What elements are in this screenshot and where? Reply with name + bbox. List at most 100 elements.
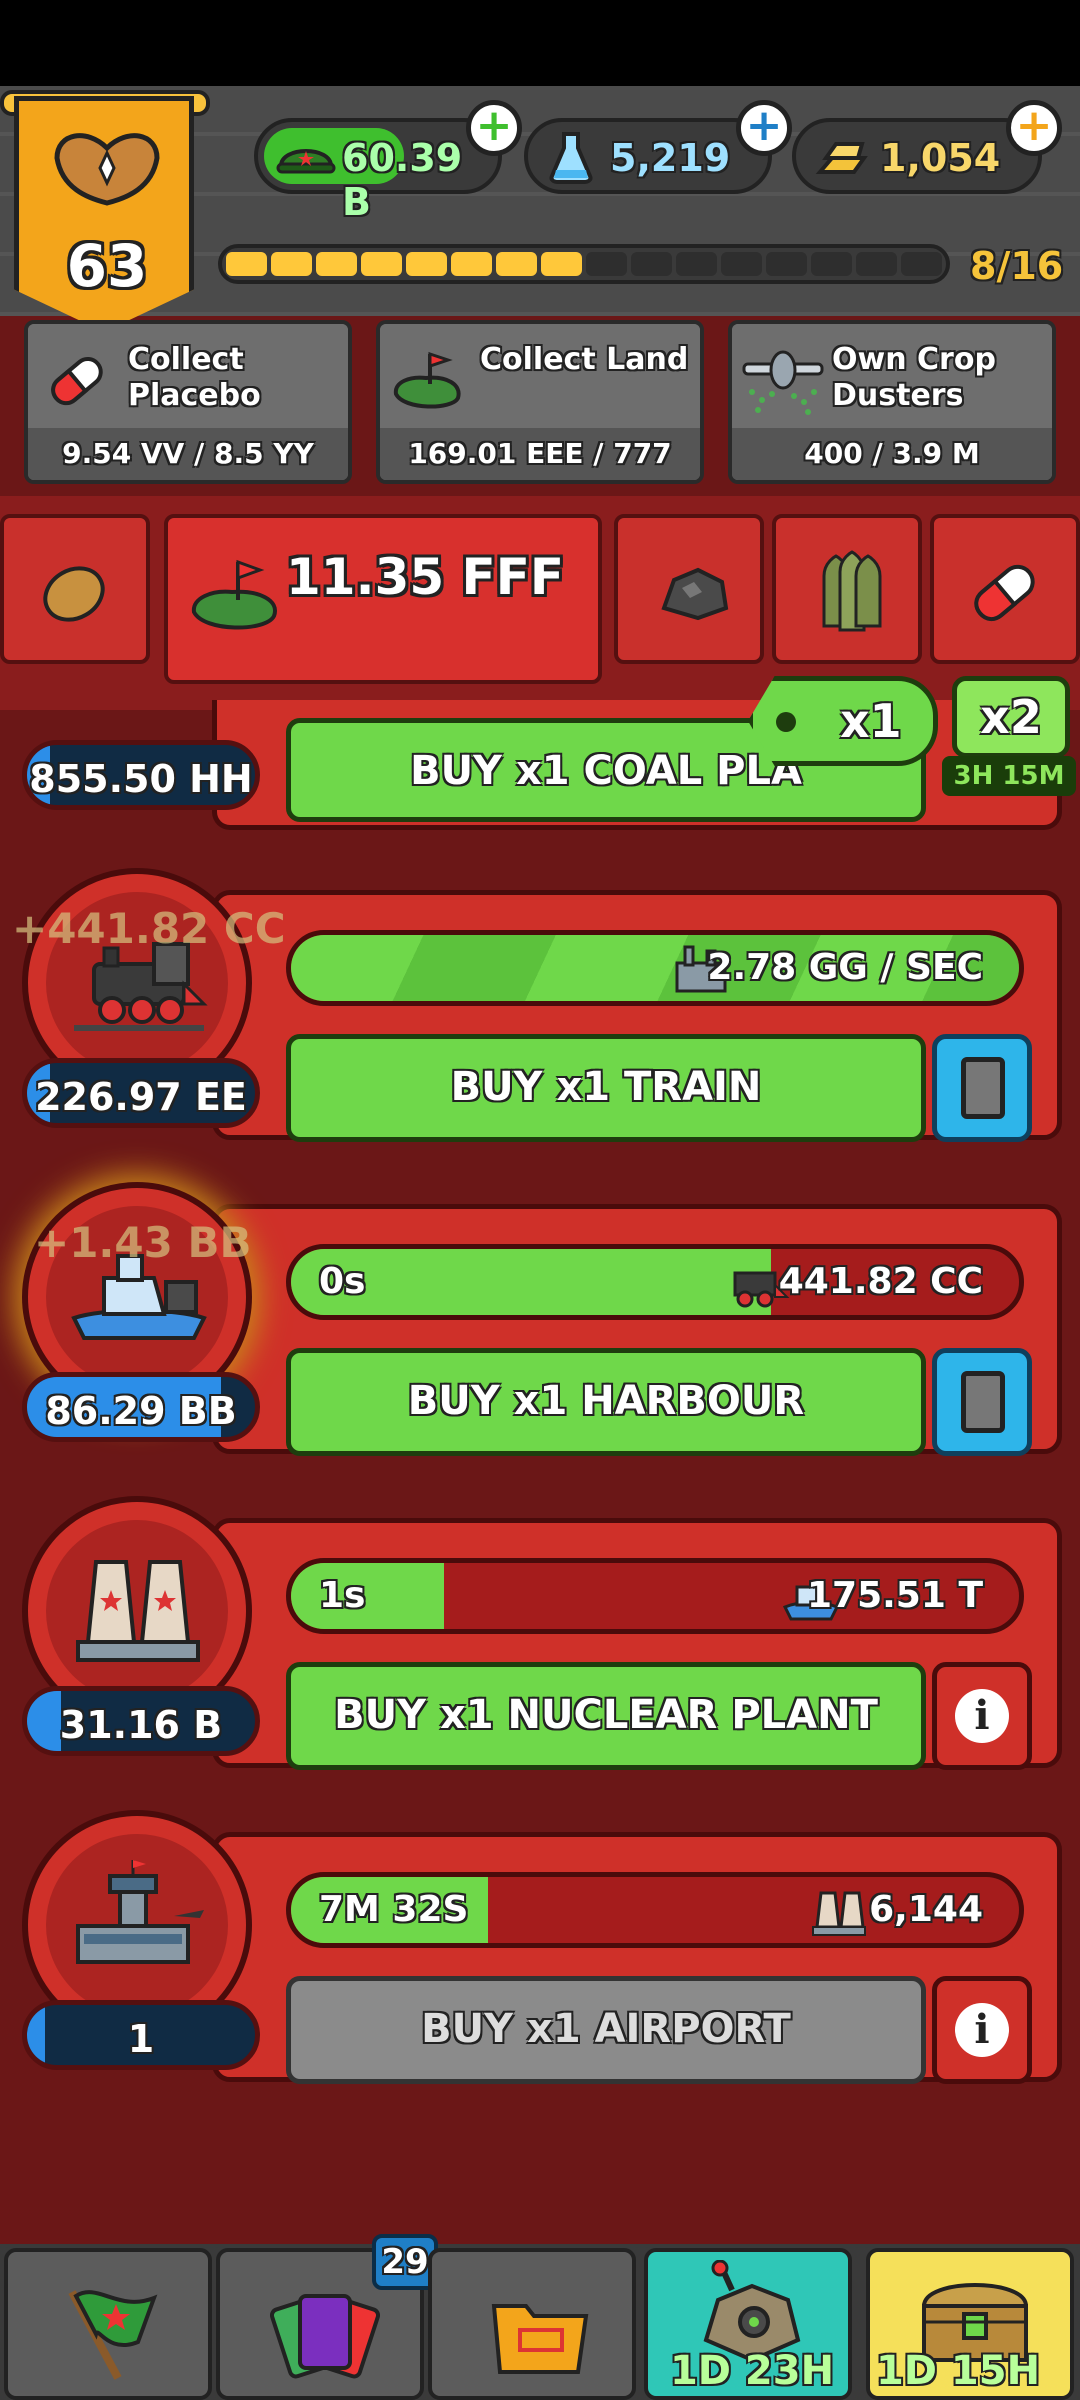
goal-progress: 169.01 EEE / 777 HHH <box>380 428 700 480</box>
train-card-button[interactable] <box>932 1034 1032 1142</box>
nav-event[interactable]: 1D 23H <box>644 2248 852 2400</box>
goal-label-line1: Collect Land <box>480 342 689 377</box>
xp-segment <box>226 252 267 276</box>
xp-progress-bar <box>218 244 950 284</box>
xp-segment <box>721 252 762 276</box>
army-cap-icon <box>276 149 336 174</box>
add-cash-button[interactable]: + <box>466 100 522 156</box>
goal-collect-placebo[interactable]: Collect Placebo 9.54 VV / 8.5 YY <box>24 320 352 484</box>
cards-icon <box>270 2294 380 2379</box>
cost-value: 31.16 B <box>59 1703 223 1747</box>
nuclear-plant-produce: 175.51 T <box>806 1575 983 1616</box>
xp-segment <box>406 252 447 276</box>
nav-chest[interactable]: 1D 15H <box>866 2248 1074 2400</box>
nuclear-plant-icon <box>812 1891 866 1936</box>
xp-segment <box>586 252 627 276</box>
info-icon: i <box>955 1689 1009 1743</box>
cost-value: 1 <box>127 2017 155 2061</box>
pill-icon <box>974 564 1035 622</box>
train-progress: 2.78 GG / SEC <box>286 930 1024 1006</box>
nav-research[interactable] <box>428 2248 636 2400</box>
goal-label-line1: Own Crop <box>832 342 996 377</box>
xp-segment <box>766 252 807 276</box>
harbour-progress: 0s 441.82 CC <box>286 1244 1024 1320</box>
tab-ore[interactable] <box>614 514 764 664</box>
cost-value: 86.29 BB <box>45 1389 237 1433</box>
buy-label: BUY x1 NUCLEAR PLANT <box>334 1692 878 1738</box>
nuclear-plant-info-button[interactable]: i <box>932 1662 1032 1770</box>
xp-label: 8/16 <box>970 244 1064 288</box>
ore-icon <box>661 567 729 621</box>
buy-label: BUY x1 HARBOUR <box>407 1378 805 1424</box>
nuclear-plant-timer: 1s <box>319 1575 366 1616</box>
goal-label-line2: Dusters <box>832 378 964 413</box>
nuclear-plant-progress: 1s 175.51 T <box>286 1558 1024 1634</box>
buy-nuclear-plant-button[interactable]: BUY x1 NUCLEAR PLANT <box>286 1662 926 1770</box>
goal-label: Collect Land <box>480 342 688 378</box>
xp-segment <box>496 252 537 276</box>
flag-icon <box>68 2290 158 2380</box>
harbour-timer: 0s <box>319 1261 366 1302</box>
airport-info-button[interactable]: i <box>932 1976 1032 2084</box>
train-cost: 226.97 EE <box>22 1058 260 1128</box>
cost-value: 226.97 EE <box>35 1075 247 1119</box>
ammo-icon <box>822 550 882 632</box>
buy-label: BUY x1 TRAIN <box>450 1064 762 1110</box>
goal-own-crop-dusters[interactable]: Own Crop Dusters 400 / 3.9 M <box>728 320 1056 484</box>
goal-label-line2: Placebo <box>128 378 261 413</box>
xp-segment <box>676 252 717 276</box>
coal-plant-cost: 855.50 HH <box>22 740 260 810</box>
flask-icon <box>549 132 593 184</box>
info-icon: i <box>955 2003 1009 2057</box>
xp-segment <box>811 252 852 276</box>
chest-timer: 1D 15H <box>875 2348 1041 2394</box>
tab-potato[interactable] <box>0 514 150 664</box>
buy-airport-button[interactable]: BUY x1 AIRPORT <box>286 1976 926 2084</box>
airport-progress: 7M 32S 6,144 <box>286 1872 1024 1948</box>
nuclear-plant-cost: 31.16 B <box>22 1686 260 1756</box>
event-timer: 1D 23H <box>669 2348 835 2394</box>
harbour-card-button[interactable] <box>932 1348 1032 1456</box>
harbour-float-earnings: +1.43 BB <box>34 1218 252 1267</box>
folder-icon <box>491 2304 589 2374</box>
goal-progress: 9.54 VV / 8.5 YY <box>28 428 348 480</box>
xp-segment <box>361 252 402 276</box>
cost-value: 855.50 HH <box>29 757 253 801</box>
status-bar <box>0 0 1080 86</box>
cash-pill[interactable]: 60.39 B <box>254 118 502 224</box>
nav-missions[interactable] <box>4 2248 212 2400</box>
x2-boost-timer: 3H 15M <box>942 756 1076 796</box>
card-icon <box>961 1371 1005 1433</box>
multiplier-tag-hole <box>776 712 796 732</box>
buy-harbour-button[interactable]: BUY x1 HARBOUR <box>286 1348 926 1456</box>
harbour-cost: 86.29 BB <box>22 1372 260 1442</box>
x2-boost-button[interactable]: x2 <box>952 676 1070 758</box>
add-science-button[interactable]: + <box>736 100 792 156</box>
xp-segment <box>316 252 357 276</box>
pill-icon <box>51 357 103 406</box>
train-float-earnings: +441.82 CC <box>12 904 286 953</box>
goal-label: Collect Placebo <box>128 342 261 414</box>
science-pill[interactable]: 5,219 <box>524 118 772 194</box>
xp-segment <box>856 252 897 276</box>
multiplier-label: x1 <box>840 694 902 748</box>
harbour-produce: 441.82 CC <box>778 1261 983 1302</box>
goal-collect-land[interactable]: Collect Land 169.01 EEE / 777 HHH <box>376 320 704 484</box>
xp-segment <box>631 252 672 276</box>
buy-train-button[interactable]: BUY x1 TRAIN <box>286 1034 926 1142</box>
active-resource-value: 11.35 FFF <box>286 548 565 606</box>
train-rate: 2.78 GG / SEC <box>707 947 983 988</box>
wings-icon <box>54 133 160 206</box>
airport-produce: 6,144 <box>869 1889 983 1930</box>
tab-placebo[interactable] <box>930 514 1080 664</box>
add-gold-button[interactable]: + <box>1006 100 1062 156</box>
potato-icon <box>43 566 105 622</box>
gold-bars-icon <box>815 142 868 174</box>
xp-segment <box>271 252 312 276</box>
xp-segment <box>451 252 492 276</box>
gold-pill[interactable]: 1,054 <box>792 118 1042 194</box>
tab-ammo[interactable] <box>772 514 922 664</box>
airport-cost: 1 <box>22 2000 260 2070</box>
buy-label: BUY x1 AIRPORT <box>421 2006 791 2052</box>
nuclear-plant-icon <box>76 1560 200 1662</box>
